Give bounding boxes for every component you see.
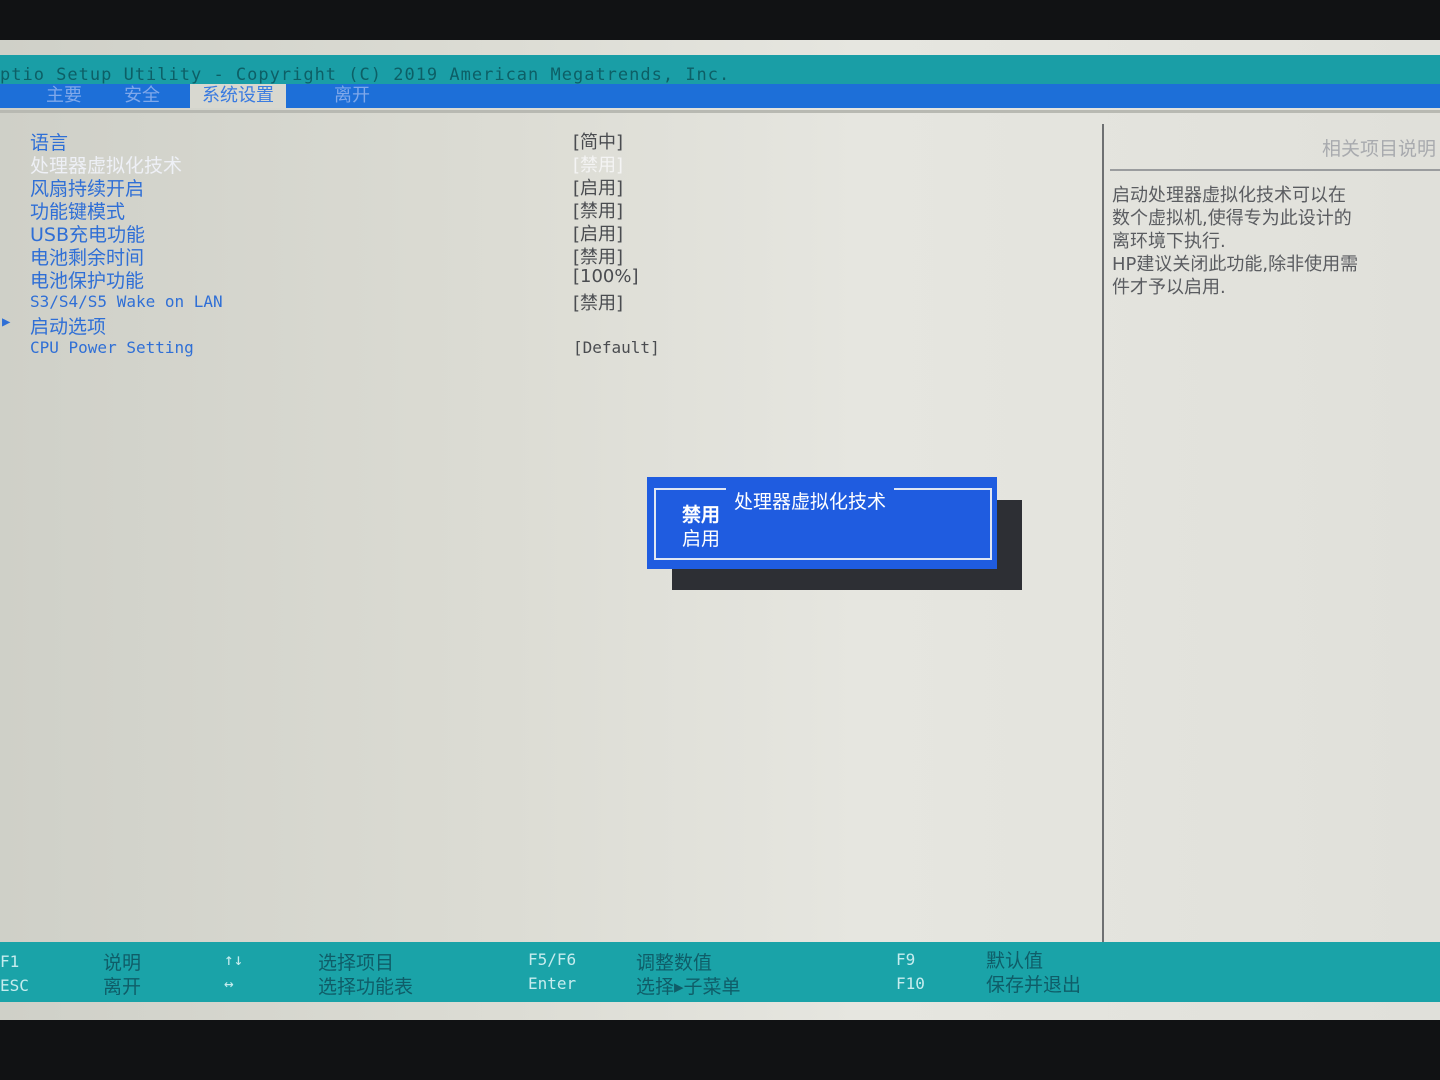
key-description: 说明 <box>103 952 142 974</box>
tab-main[interactable]: 主要 <box>34 84 94 108</box>
header-divider <box>0 110 1440 113</box>
key-label: F9 <box>896 950 916 969</box>
tab-exit[interactable]: 离开 <box>322 84 382 108</box>
key-label: ESC <box>0 976 29 995</box>
key-label: F5/F6 <box>528 950 577 969</box>
setting-label: S3/S4/S5 Wake on LAN <box>30 292 223 311</box>
setting-row-virtualization[interactable]: 处理器虚拟化技术 [禁用] <box>30 151 730 177</box>
setting-row-fan-always-on[interactable]: 风扇持续开启 [启用] <box>30 174 730 200</box>
setting-row-battery-protection[interactable]: 电池保护功能 [100%] <box>30 266 730 292</box>
popup-frame: 处理器虚拟化技术 禁用 启用 <box>654 487 992 560</box>
key-description: 调整数值 <box>636 952 713 974</box>
key-description: 选择▸子菜单 <box>636 976 741 998</box>
popup-option-disabled[interactable]: 禁用 <box>682 500 720 527</box>
setting-value: [100%] <box>573 266 639 287</box>
submenu-arrow-icon: ▶ <box>2 314 11 330</box>
setting-row-wake-on-lan[interactable]: S3/S4/S5 Wake on LAN [禁用] <box>30 289 730 314</box>
tab-security[interactable]: 安全 <box>112 84 172 108</box>
help-divider <box>1110 169 1440 171</box>
window-title: ptio Setup Utility - Copyright (C) 2019 … <box>0 65 731 85</box>
help-text-line: 件才予以启用. <box>1112 277 1226 298</box>
up-down-arrows-icon: ↑↓ <box>224 950 244 969</box>
setting-row-cpu-power[interactable]: CPU Power Setting [Default] <box>30 335 730 358</box>
key-description: 默认值 <box>986 950 1044 972</box>
key-label: Enter <box>528 974 577 993</box>
help-title: 相关项目说明 <box>1321 138 1436 160</box>
key-description: 选择项目 <box>318 952 395 974</box>
key-label: F1 <box>0 952 20 971</box>
help-panel: 相关项目说明 启动处理器虚拟化技术可以在 数个虚拟机,使得专为此设计的 离环境下… <box>1102 124 1440 966</box>
setting-row-language[interactable]: 语言 [简中] <box>30 128 730 154</box>
popup-title: 处理器虚拟化技术 <box>726 487 895 514</box>
setting-row-battery-remaining-time[interactable]: 电池剩余时间 [禁用] <box>30 243 730 269</box>
setting-row-usb-charging[interactable]: USB充电功能 [启用] <box>30 220 730 246</box>
setting-row-action-keys-mode[interactable]: 功能键模式 [禁用] <box>30 197 730 223</box>
key-description: 离开 <box>103 976 142 998</box>
key-label: F10 <box>896 974 925 993</box>
tab-system-settings[interactable]: 系统设置 <box>190 84 286 108</box>
key-help-footer: F1 说明 ESC 离开 ↑↓ 选择项目 ↔ 选择功能表 F5/F6 调整数值 … <box>0 942 1440 1002</box>
setting-value: [Default] <box>573 338 660 357</box>
key-description: 保存并退出 <box>986 974 1082 996</box>
setting-label: CPU Power Setting <box>30 338 194 357</box>
setting-row-boot-options[interactable]: ▶ 启动选项 <box>2 312 730 338</box>
left-right-arrows-icon: ↔ <box>224 974 234 993</box>
option-popup: 处理器虚拟化技术 禁用 启用 <box>647 477 997 569</box>
menu-bar: 主要 安全 系统设置 离开 <box>0 84 1440 108</box>
key-description: 选择功能表 <box>318 976 414 998</box>
popup-option-enabled[interactable]: 启用 <box>682 524 720 551</box>
